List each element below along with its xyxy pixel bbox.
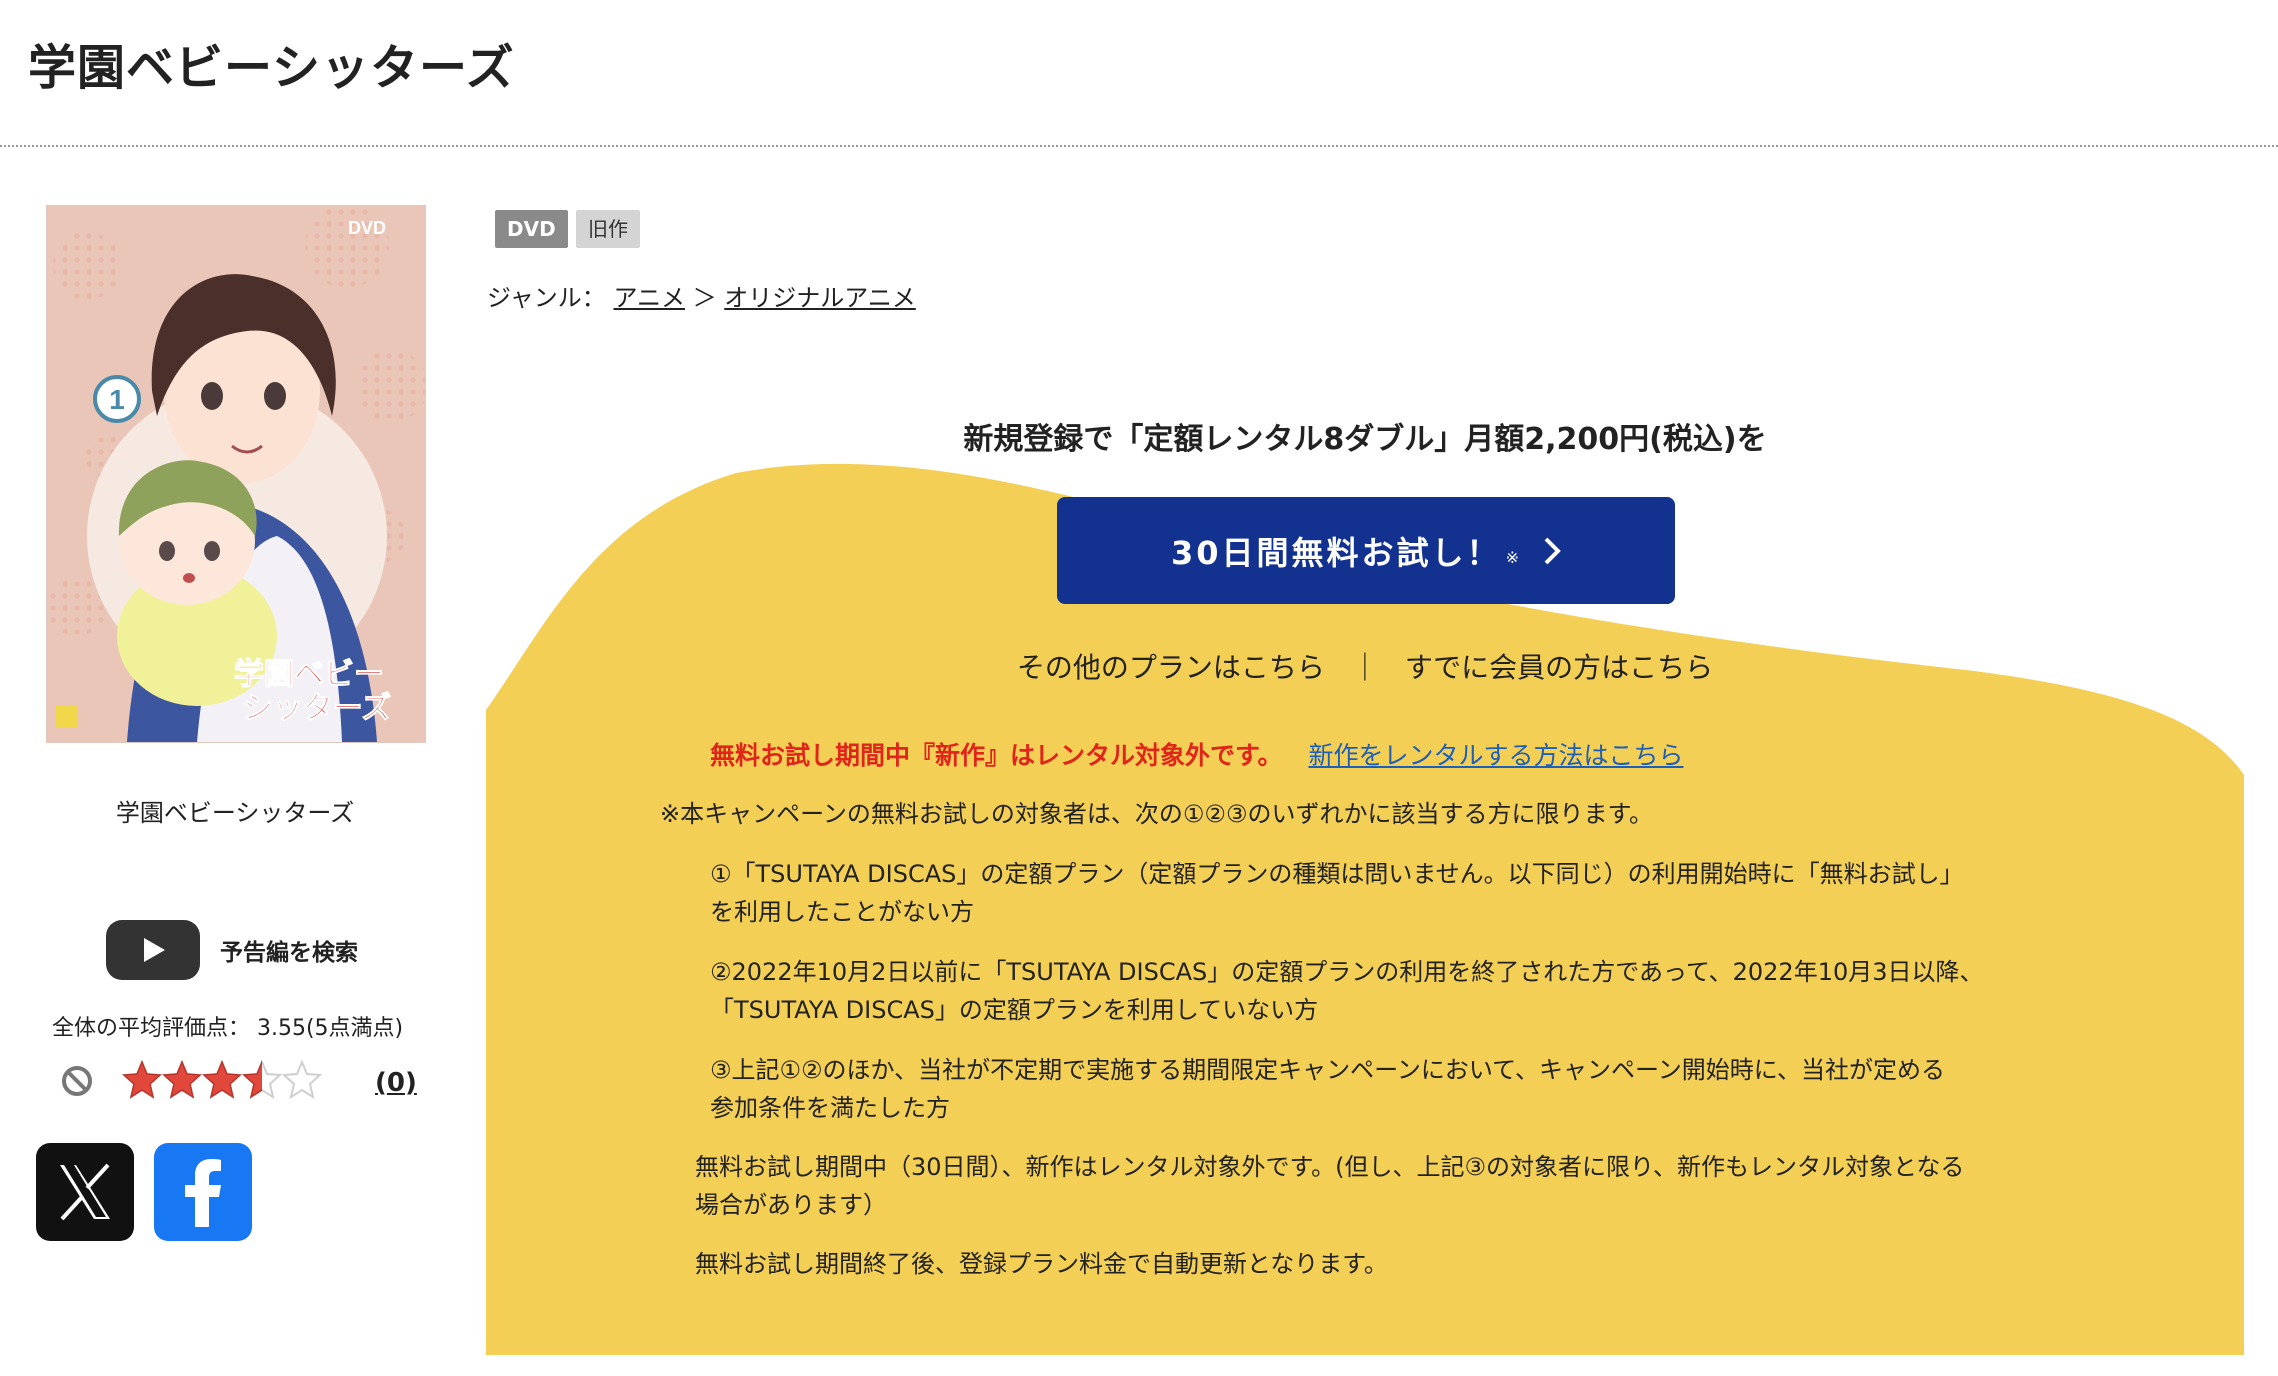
youtube-play-icon — [106, 920, 200, 980]
conditions-intro: ※本キャンペーンの無料お試しの対象者は、次の①②③のいずれかに該当する方に限りま… — [660, 800, 1654, 828]
genre-separator: ＞ — [692, 284, 717, 312]
trial-note-2: 無料お試し期間終了後、登録プラン料金で自動更新となります。 — [695, 1250, 1388, 1278]
review-count: (0) — [375, 1068, 417, 1098]
condition-1: ①「TSUTAYA DISCAS」の定額プラン（定額プランの種類は問いません。以… — [710, 860, 1964, 926]
not-interested-icon[interactable] — [60, 1064, 94, 1102]
rating-stars[interactable] — [122, 1060, 322, 1100]
x-logo-icon — [60, 1163, 110, 1221]
review-count-link[interactable]: 0 — [387, 1068, 405, 1098]
new-release-notice: 無料お試し期間中『新作』はレンタル対象外です。 新作をレンタルする方法はこちら — [710, 736, 1683, 772]
rating-star-icon[interactable] — [122, 1060, 162, 1100]
rating-star-icon[interactable] — [282, 1060, 322, 1100]
cover-image[interactable]: 1 DVD 学園ベビー シッターズ — [46, 204, 428, 743]
free-trial-label: 30日間無料お試し！ — [1171, 533, 1502, 572]
page-title: 学園ベビーシッターズ — [28, 40, 515, 96]
facebook-logo-icon — [185, 1159, 221, 1227]
chevron-right-icon — [1544, 537, 1561, 564]
x-share-button[interactable] — [36, 1143, 134, 1241]
badge-dvd: DVD — [495, 210, 568, 248]
link-separator: ｜ — [1350, 651, 1379, 684]
svg-text:シッターズ: シッターズ — [243, 691, 392, 726]
facebook-share-button[interactable] — [154, 1143, 252, 1241]
rating-star-icon[interactable] — [162, 1060, 202, 1100]
svg-text:1: 1 — [109, 384, 125, 415]
genre-link-original-anime[interactable]: オリジナルアニメ — [724, 284, 916, 312]
other-plans-link[interactable]: その他のプランはこちら — [1017, 651, 1325, 684]
genre-label: ジャンル： — [487, 284, 606, 312]
genre-breadcrumb: ジャンル： アニメ ＞ オリジナルアニメ — [487, 278, 916, 313]
rating-row: (0) — [60, 1060, 420, 1108]
trial-note-1: 無料お試し期間中（30日間）、新作はレンタル対象外です。(但し、上記③の対象者に… — [695, 1153, 1965, 1219]
average-rating-text: 全体の平均評価点： 3.55(5点満点) — [52, 1016, 404, 1041]
member-login-link[interactable]: すでに会員の方はこちら — [1405, 651, 1713, 684]
rating-star-icon[interactable] — [242, 1060, 282, 1100]
free-trial-note-mark: ※ — [1505, 548, 1519, 567]
promo-headline: 新規登録で「定額レンタル8ダブル」月額2,200円(税込)を — [963, 422, 1767, 457]
cover-caption: 学園ベビーシッターズ — [115, 799, 355, 827]
condition-2: ②2022年10月2日以前に「TSUTAYA DISCAS」の定額プランの利用を… — [710, 958, 1984, 1024]
rating-star-icon[interactable] — [202, 1060, 242, 1100]
genre-link-anime[interactable]: アニメ — [613, 284, 685, 312]
trailer-search-button[interactable]: 予告編を検索 — [106, 920, 358, 980]
condition-3: ③上記①②のほか、当社が不定期で実施する期間限定キャンペーンにおいて、キャンペー… — [710, 1056, 1946, 1122]
plan-links: その他のプランはこちら ｜ すでに会員の方はこちら — [486, 646, 2244, 686]
notice-warning-text: 無料お試し期間中『新作』はレンタル対象外です。 — [710, 741, 1283, 770]
svg-text:DVD: DVD — [348, 218, 386, 238]
rent-new-release-link[interactable]: 新作をレンタルする方法はこちら — [1308, 741, 1683, 770]
badge-old-release: 旧作 — [576, 210, 640, 248]
svg-text:学園ベビー: 学園ベビー — [234, 657, 384, 692]
title-divider — [0, 145, 2278, 147]
free-trial-button[interactable]: 30日間無料お試し！ ※ — [1057, 497, 1675, 604]
trailer-search-label: 予告編を検索 — [220, 940, 358, 966]
